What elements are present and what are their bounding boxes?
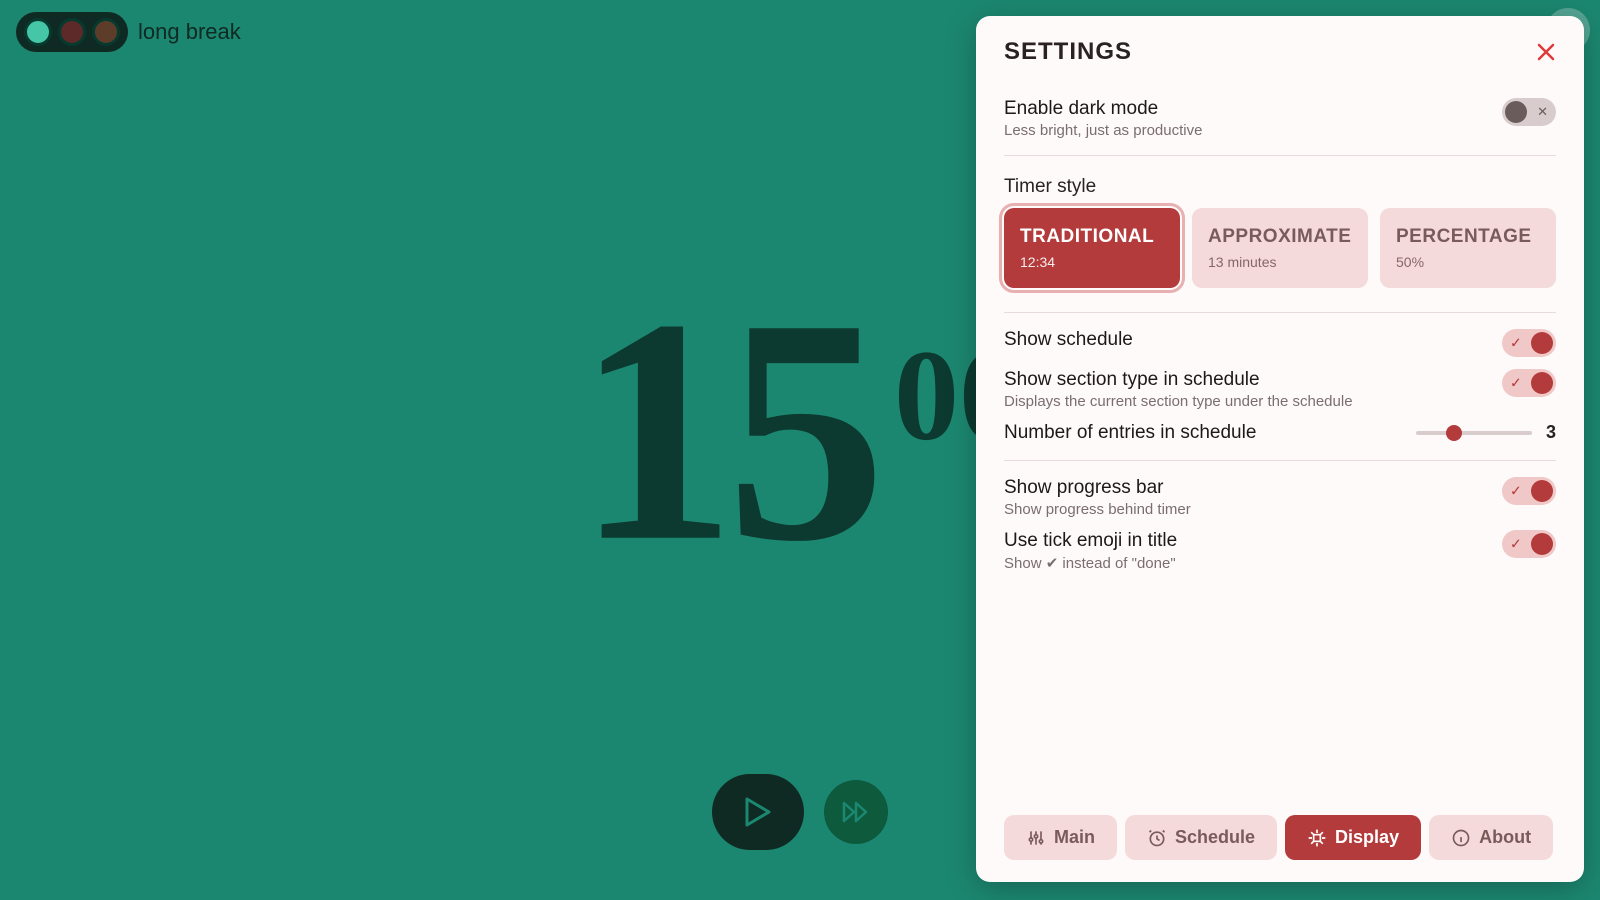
x-icon: ✕: [1537, 104, 1548, 120]
timer-display: 15 00: [576, 311, 1024, 551]
show-schedule-title: Show schedule: [1004, 329, 1502, 351]
timer-style-label: Timer style: [1004, 176, 1556, 198]
fast-forward-icon: [842, 800, 870, 824]
mode-indicator: long break: [16, 12, 241, 52]
style-sub: 50%: [1396, 254, 1540, 270]
show-section-type-sub: Displays the current section type under …: [1004, 393, 1502, 410]
close-button[interactable]: [1536, 42, 1556, 62]
show-progress-toggle[interactable]: ✓: [1502, 477, 1556, 505]
skip-button[interactable]: [824, 780, 888, 844]
timer-style-options: TRADITIONAL 12:34 APPROXIMATE 13 minutes…: [1004, 208, 1556, 288]
style-option-percentage[interactable]: PERCENTAGE 50%: [1380, 208, 1556, 288]
style-option-traditional[interactable]: TRADITIONAL 12:34: [1004, 208, 1180, 288]
show-schedule-toggle[interactable]: ✓: [1502, 329, 1556, 357]
num-entries-title: Number of entries in schedule: [1004, 422, 1416, 444]
setting-show-progress: Show progress bar Show progress behind t…: [1004, 471, 1556, 524]
check-icon: ✓: [1510, 536, 1522, 553]
tab-label: Main: [1054, 827, 1095, 848]
display-icon: [1307, 828, 1327, 848]
num-entries-slider[interactable]: [1416, 431, 1532, 435]
tab-label: Display: [1335, 827, 1399, 848]
play-button[interactable]: [712, 774, 804, 850]
mode-label: long break: [138, 19, 241, 45]
tab-main[interactable]: Main: [1004, 815, 1117, 860]
mode-pill[interactable]: [16, 12, 128, 52]
style-option-approximate[interactable]: APPROXIMATE 13 minutes: [1192, 208, 1368, 288]
tab-schedule[interactable]: Schedule: [1125, 815, 1277, 860]
divider: [1004, 155, 1556, 156]
slider-thumb[interactable]: [1446, 425, 1462, 441]
setting-dark-mode: Enable dark mode Less bright, just as pr…: [1004, 92, 1556, 145]
settings-tabs: Main Schedule Display About: [1004, 815, 1556, 860]
style-title: APPROXIMATE: [1208, 226, 1352, 248]
divider: [1004, 312, 1556, 313]
tab-display[interactable]: Display: [1285, 815, 1421, 860]
style-sub: 13 minutes: [1208, 254, 1352, 270]
sliders-icon: [1026, 828, 1046, 848]
settings-header: SETTINGS: [1004, 38, 1556, 66]
mode-dot-work[interactable]: [58, 18, 86, 46]
show-section-type-title: Show section type in schedule: [1004, 369, 1502, 391]
close-icon: [1536, 42, 1556, 62]
alarm-icon: [1147, 828, 1167, 848]
info-icon: [1451, 828, 1471, 848]
tab-about[interactable]: About: [1429, 815, 1553, 860]
tick-emoji-toggle[interactable]: ✓: [1502, 530, 1556, 558]
check-icon: ✓: [1510, 483, 1522, 500]
divider: [1004, 460, 1556, 461]
style-title: PERCENTAGE: [1396, 226, 1540, 248]
check-icon: ✓: [1510, 335, 1522, 352]
setting-tick-emoji: Use tick emoji in title Show ✔ instead o…: [1004, 524, 1556, 578]
setting-timer-style: Timer style TRADITIONAL 12:34 APPROXIMAT…: [1004, 166, 1556, 302]
mode-dot-longbreak[interactable]: [24, 18, 52, 46]
check-icon: ✓: [1510, 375, 1522, 392]
show-progress-sub: Show progress behind timer: [1004, 501, 1502, 518]
style-sub: 12:34: [1020, 254, 1164, 270]
setting-num-entries: Number of entries in schedule 3: [1004, 416, 1556, 450]
play-icon: [745, 797, 771, 827]
style-title: TRADITIONAL: [1020, 226, 1164, 248]
dark-mode-toggle[interactable]: ✕: [1502, 98, 1556, 126]
dark-mode-sub: Less bright, just as productive: [1004, 122, 1502, 139]
settings-title: SETTINGS: [1004, 38, 1132, 66]
dark-mode-title: Enable dark mode: [1004, 98, 1502, 120]
tick-emoji-title: Use tick emoji in title: [1004, 530, 1502, 552]
tab-label: Schedule: [1175, 827, 1255, 848]
show-section-type-toggle[interactable]: ✓: [1502, 369, 1556, 397]
setting-show-schedule: Show schedule ✓: [1004, 323, 1556, 363]
timer-controls: [712, 774, 888, 850]
num-entries-value: 3: [1546, 422, 1556, 443]
mode-dot-shortbreak[interactable]: [92, 18, 120, 46]
tab-label: About: [1479, 827, 1531, 848]
tick-emoji-sub: Show ✔ instead of "done": [1004, 554, 1502, 572]
settings-panel: SETTINGS Enable dark mode Less bright, j…: [976, 16, 1584, 882]
setting-show-section-type: Show section type in schedule Displays t…: [1004, 363, 1556, 416]
show-progress-title: Show progress bar: [1004, 477, 1502, 499]
timer-minutes: 15: [576, 311, 876, 551]
